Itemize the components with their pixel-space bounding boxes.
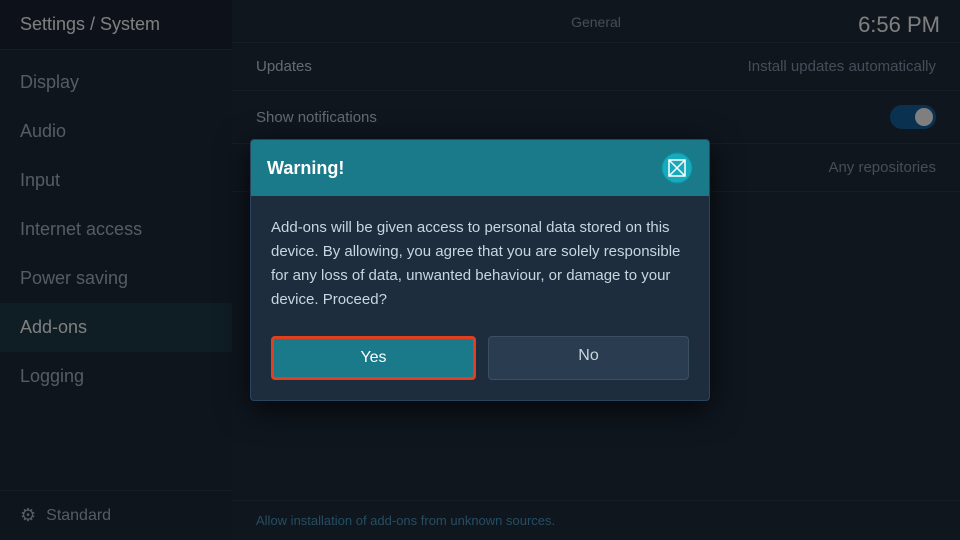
dialog-no-button[interactable]: No bbox=[488, 336, 689, 380]
kodi-logo-icon bbox=[661, 152, 693, 184]
dialog-header: Warning! bbox=[251, 140, 709, 196]
dialog-title: Warning! bbox=[267, 158, 344, 179]
dialog-body: Add-ons will be given access to personal… bbox=[251, 196, 709, 336]
dialog-yes-button[interactable]: Yes bbox=[271, 336, 476, 380]
dialog-buttons: Yes No bbox=[251, 336, 709, 400]
warning-dialog: Warning! Add-ons will be given access to… bbox=[250, 139, 710, 401]
dialog-overlay: Warning! Add-ons will be given access to… bbox=[0, 0, 960, 540]
